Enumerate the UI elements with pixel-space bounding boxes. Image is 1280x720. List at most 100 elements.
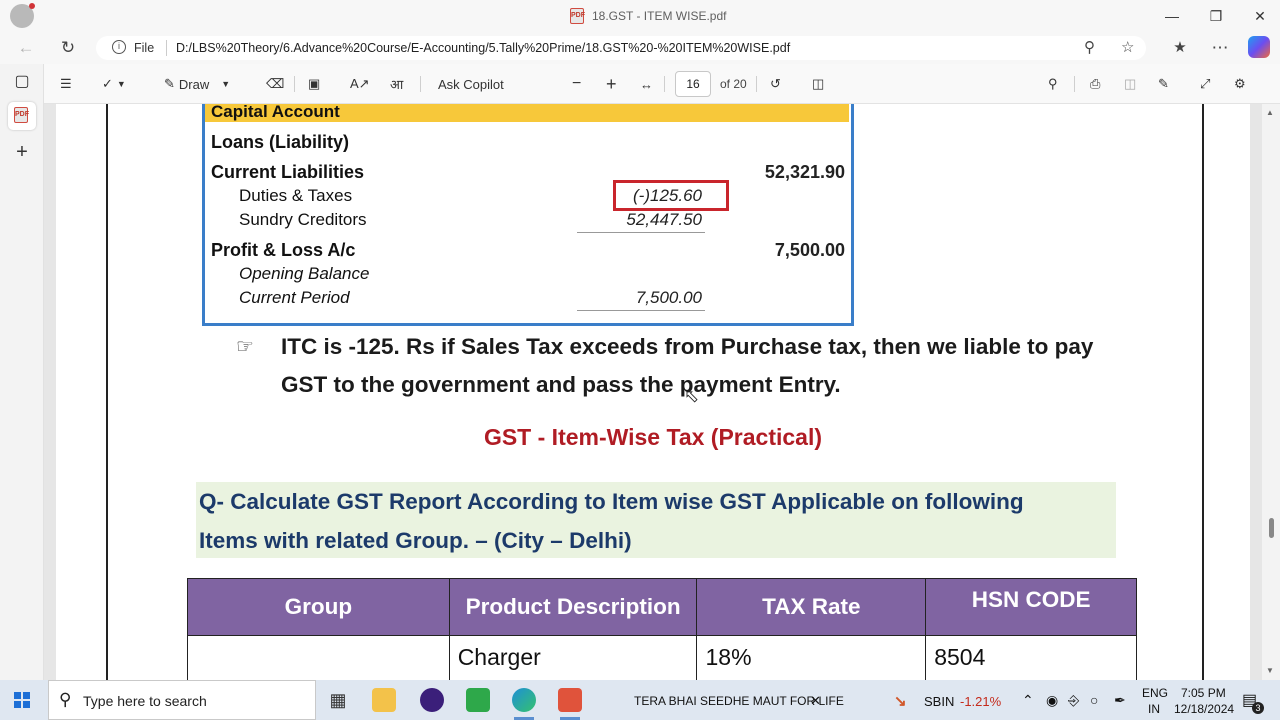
rotate-icon[interactable]: ↺ xyxy=(770,74,781,94)
table-header-row: Group Product Description TAX Rate HSN C… xyxy=(187,578,1137,636)
subtotal-underline xyxy=(577,232,705,233)
capital-account-row: Capital Account xyxy=(205,104,849,122)
question-line-2: Items with related Group. – (City – Delh… xyxy=(199,528,632,553)
question-line-1: Q- Calculate GST Report According to Ite… xyxy=(199,489,1024,514)
highlight-icon[interactable]: ✓ ▼ xyxy=(102,74,126,94)
contents-icon[interactable]: ☰ xyxy=(60,74,72,94)
profit-loss-label: Profit & Loss A/c xyxy=(211,240,356,260)
page-view-icon[interactable]: ◫ xyxy=(812,74,824,94)
stock-change: -1.21% xyxy=(960,694,1002,709)
url-text[interactable]: D:/LBS%20Theory/6.Advance%20Course/E-Acc… xyxy=(176,41,790,55)
fullscreen-icon[interactable]: ⤢ xyxy=(1200,74,1210,94)
notification-count: 3 xyxy=(1252,702,1264,714)
cell-product: Charger xyxy=(448,635,698,680)
windows-taskbar: ⚲ Type here to search ▦ TERA BHAI SEEDHE… xyxy=(0,680,1280,720)
save-as-icon[interactable]: ✎ xyxy=(1158,74,1169,94)
scroll-down-icon[interactable]: ▼ xyxy=(1266,666,1274,675)
recorder-icon[interactable] xyxy=(558,688,582,712)
vertical-scrollbar[interactable]: ▲ ▼ xyxy=(1262,104,1280,680)
minimize-icon[interactable]: — xyxy=(1162,6,1182,26)
toolbar-divider xyxy=(420,76,421,92)
zoom-in-icon[interactable]: + xyxy=(606,74,617,94)
edge-browser-icon[interactable] xyxy=(512,688,536,712)
clock-time[interactable]: 7:05 PM xyxy=(1181,686,1226,700)
cell-tax-rate: 18% xyxy=(696,635,927,680)
tally-balance-sheet-image: Capital Account Loans (Liability) Curren… xyxy=(202,104,854,326)
window-title-text: 18.GST - ITEM WISE.pdf xyxy=(592,9,727,23)
url-box[interactable]: i File D:/LBS%20Theory/6.Advance%20Cours… xyxy=(96,36,1146,60)
save-icon[interactable]: ◫ xyxy=(1124,74,1136,94)
pointing-hand-icon: ☞ xyxy=(236,336,254,358)
ask-copilot-button[interactable]: Ask Copilot xyxy=(438,74,504,94)
pdf-file-icon: PDF xyxy=(570,8,585,24)
file-explorer-icon[interactable] xyxy=(372,688,396,712)
refresh-icon[interactable]: ↻ xyxy=(58,38,78,58)
app-icon[interactable] xyxy=(420,688,444,712)
pdf-tab-icon: PDF xyxy=(14,107,29,123)
eraser-icon[interactable]: ⌫ xyxy=(266,74,284,94)
task-view-icon[interactable]: ▦ xyxy=(326,688,350,712)
page-number-input[interactable]: 16 xyxy=(675,71,711,97)
draw-label: Draw xyxy=(178,76,210,92)
profile-avatar[interactable] xyxy=(10,3,35,28)
tab-actions-icon[interactable]: ▢ xyxy=(12,72,32,92)
restore-icon[interactable]: ❐ xyxy=(1206,6,1226,26)
address-bar-row: ← ↻ i File D:/LBS%20Theory/6.Advance%20C… xyxy=(0,32,1280,64)
fit-to-width-icon[interactable]: ↔ xyxy=(640,74,653,94)
subtotal-underline xyxy=(577,310,705,311)
zoom-out-icon[interactable]: − xyxy=(572,74,581,94)
info-icon[interactable]: i xyxy=(112,40,126,54)
favorites-icon[interactable]: ★ xyxy=(1170,38,1190,58)
draw-button[interactable]: ✎ Draw ▼ xyxy=(164,74,230,94)
camera-icon[interactable]: ◉ xyxy=(1046,692,1058,709)
mouse-cursor-icon: ⬁ xyxy=(684,386,700,406)
region-indicator[interactable]: IN xyxy=(1148,702,1160,716)
taskbar-search-box[interactable]: ⚲ Type here to search xyxy=(48,680,316,720)
sundry-creditors-amount: 52,447.50 xyxy=(626,210,702,229)
show-hidden-icons-icon[interactable]: ⌃ xyxy=(1022,692,1034,709)
text-box-icon[interactable]: ▣ xyxy=(308,74,320,94)
url-separator xyxy=(166,40,167,56)
stock-name[interactable]: SBIN xyxy=(924,694,954,709)
column-header-product: Product Description xyxy=(448,578,698,636)
close-icon[interactable]: ✕ xyxy=(1250,6,1270,26)
zoom-icon[interactable]: ⚲ xyxy=(1084,38,1095,56)
pen-icon[interactable]: ✒ xyxy=(1114,692,1126,709)
back-icon[interactable]: ← xyxy=(16,38,36,58)
question-box: Q- Calculate GST Report According to Ite… xyxy=(196,482,1116,558)
network-globe-icon[interactable]: ○ xyxy=(1090,692,1098,708)
media-close-icon[interactable]: ✕ xyxy=(810,693,821,709)
chevron-down-icon: ▼ xyxy=(221,79,231,89)
find-icon[interactable]: ⚲ xyxy=(1048,74,1058,94)
toolbar-divider xyxy=(1074,76,1075,92)
scroll-up-icon[interactable]: ▲ xyxy=(1266,108,1274,117)
toolbar-divider xyxy=(664,76,665,92)
current-liabilities-amount: 52,321.90 xyxy=(764,162,845,182)
loans-liability-label: Loans (Liability) xyxy=(211,132,350,152)
toolbar-divider xyxy=(756,76,757,92)
new-tab-icon[interactable]: + xyxy=(12,142,32,162)
scrollbar-thumb[interactable] xyxy=(1269,518,1274,538)
print-icon[interactable]: ⎙ xyxy=(1090,74,1100,94)
favorite-star-icon[interactable]: ☆ xyxy=(1121,38,1134,56)
windows-start-icon[interactable] xyxy=(14,692,30,708)
gst-item-table: Group Product Description TAX Rate HSN C… xyxy=(187,578,1137,680)
microphone-icon[interactable]: ⎆ xyxy=(1068,692,1079,709)
column-header-hsn: HSN CODE xyxy=(925,578,1137,636)
copilot-icon[interactable] xyxy=(1248,36,1270,58)
read-aloud-icon[interactable]: A↗ xyxy=(350,74,370,94)
pdf-viewer[interactable]: Capital Account Loans (Liability) Curren… xyxy=(44,104,1262,680)
page-right-border xyxy=(1202,104,1204,680)
camtasia-icon[interactable] xyxy=(466,688,490,712)
current-period-label: Current Period xyxy=(239,288,350,307)
table-row: Charger 18% 8504 xyxy=(187,635,1137,680)
more-options-icon[interactable]: ⋯ xyxy=(1210,38,1230,58)
clock-date[interactable]: 12/18/2024 xyxy=(1174,702,1234,716)
language-indicator[interactable]: ENG xyxy=(1142,686,1168,700)
settings-gear-icon[interactable]: ⚙ xyxy=(1234,74,1246,94)
highlight-box xyxy=(613,180,729,211)
active-pdf-tab[interactable]: PDF xyxy=(8,102,36,130)
current-liabilities-label: Current Liabilities xyxy=(211,162,365,182)
page-total-label: of 20 xyxy=(720,77,747,91)
translate-icon[interactable]: आ xyxy=(390,74,403,94)
